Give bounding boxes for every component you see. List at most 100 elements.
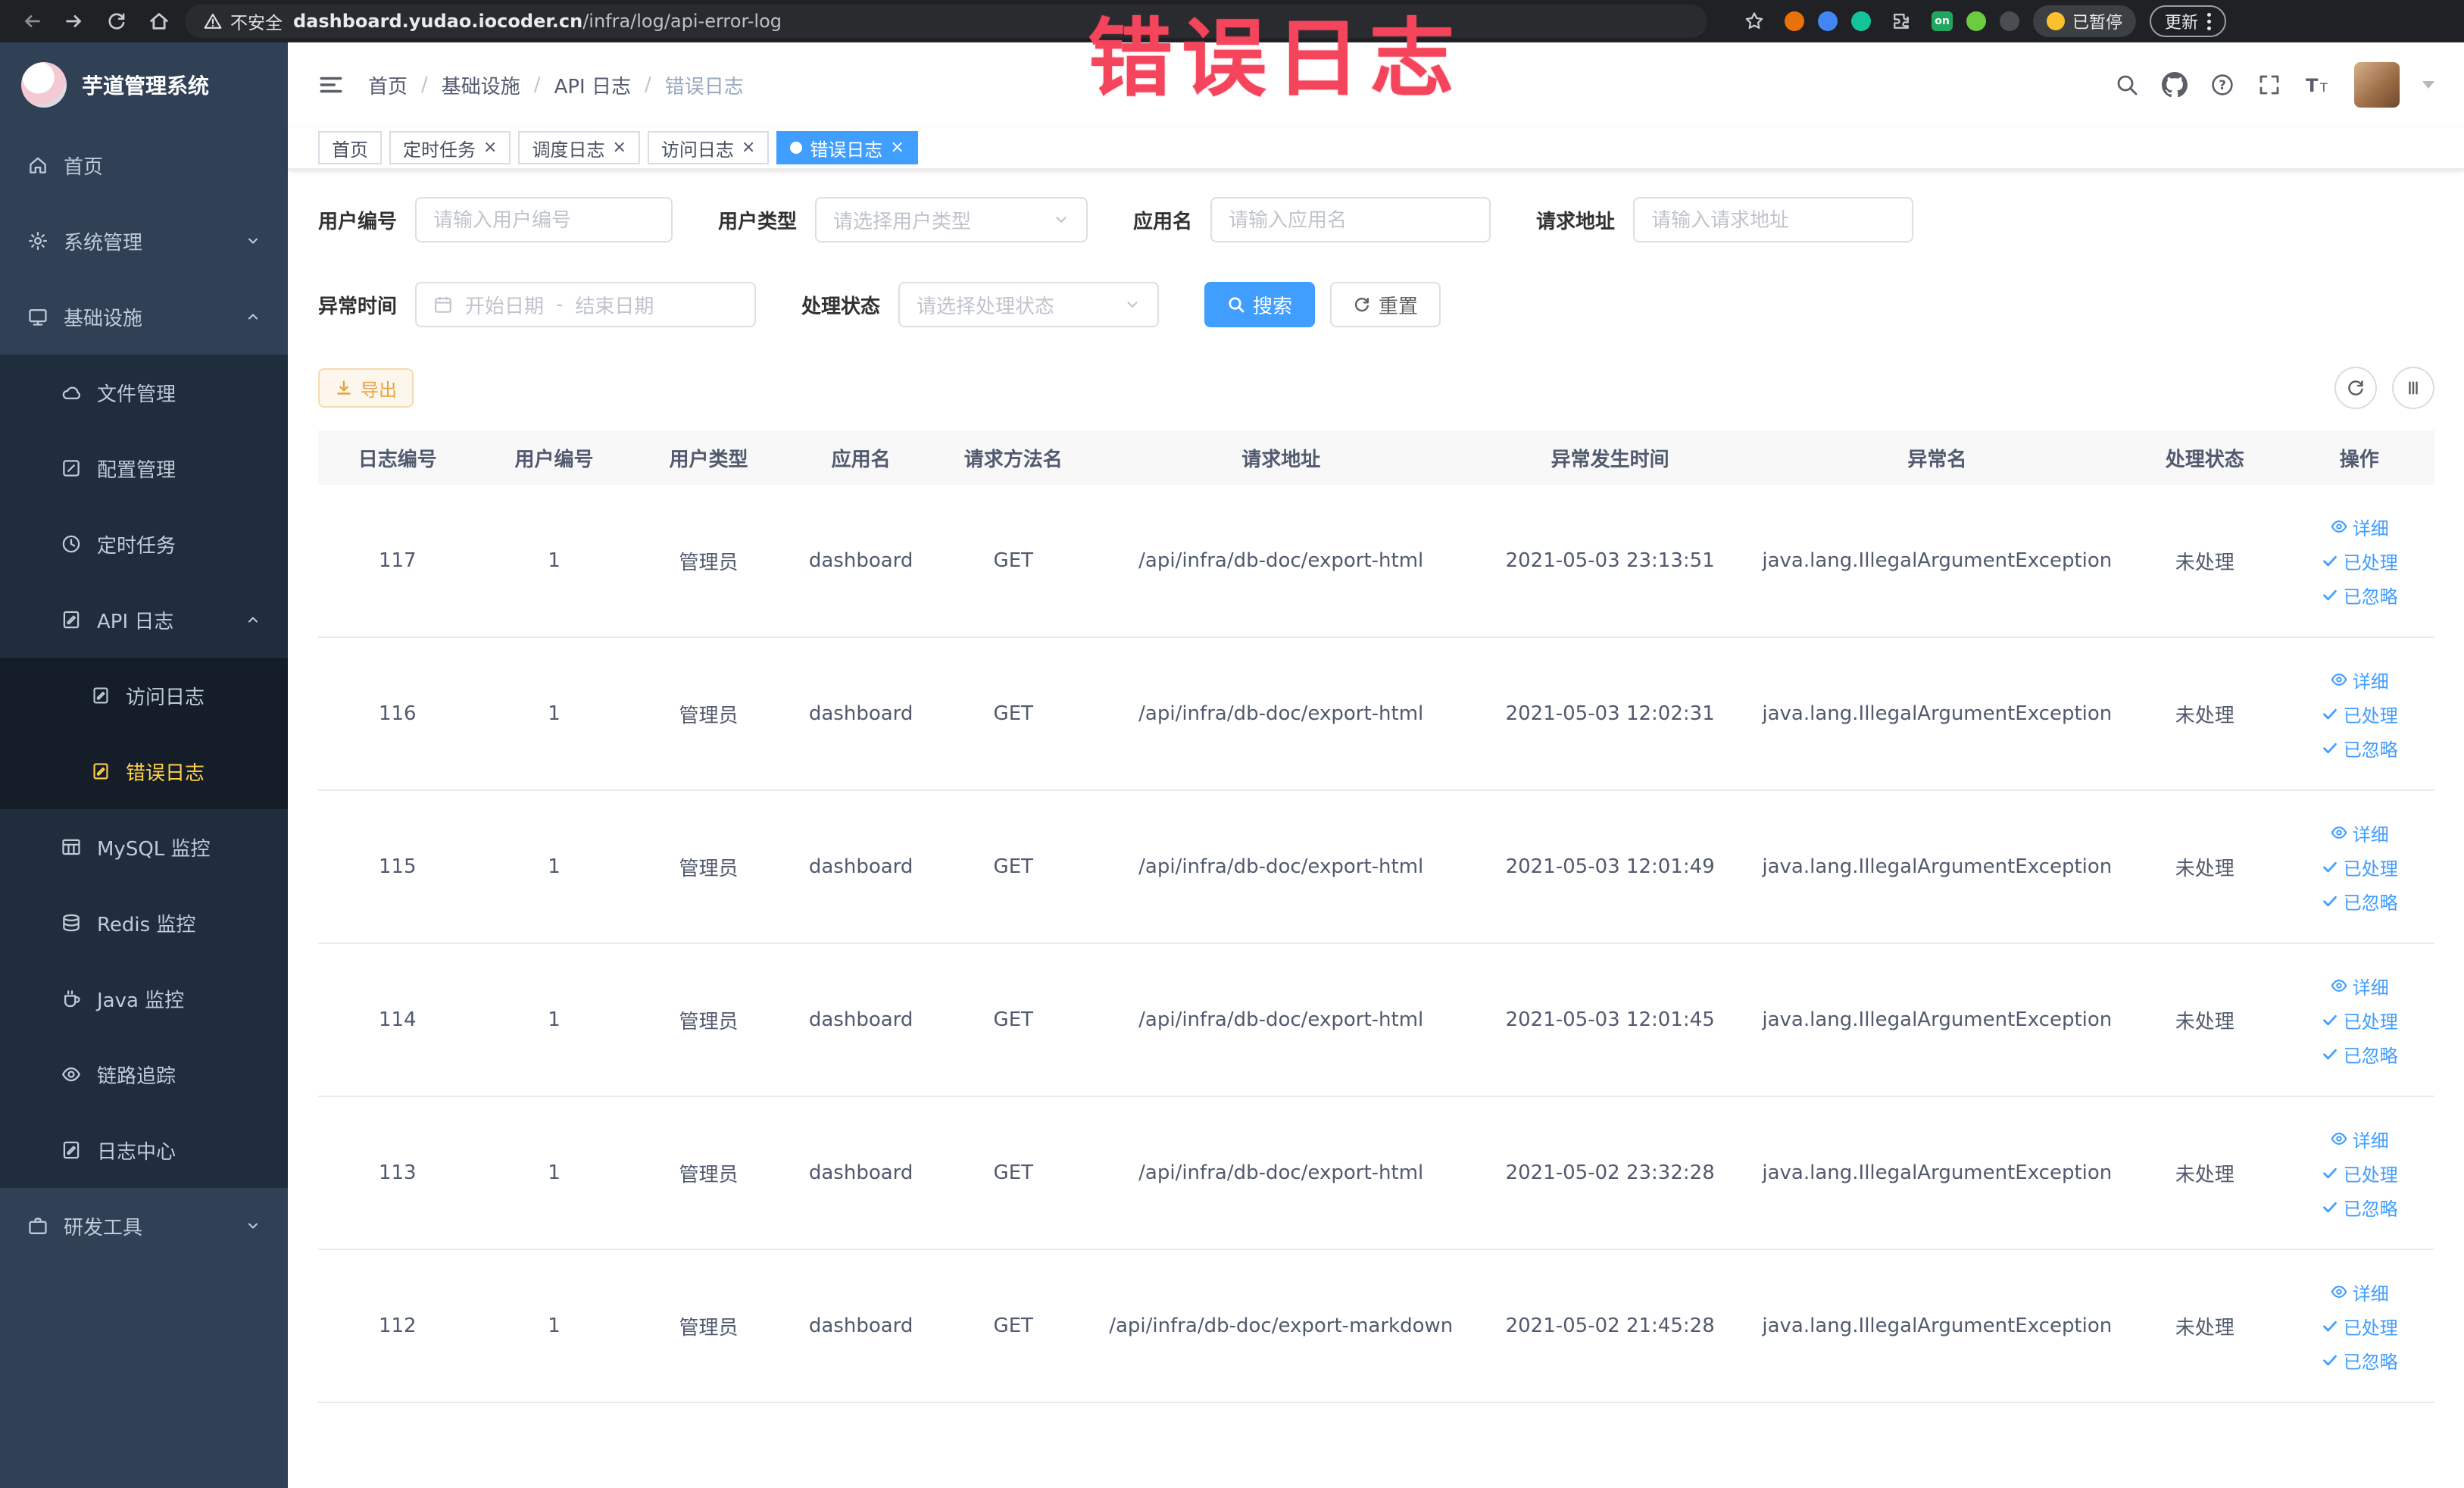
action-detail[interactable]: 详细 xyxy=(2330,1279,2389,1305)
reload-icon[interactable] xyxy=(100,5,133,38)
sidebar-item-home[interactable]: 首页 xyxy=(0,127,288,203)
close-icon[interactable]: × xyxy=(483,139,497,156)
sidebar-item-error-log[interactable]: 错误日志 xyxy=(0,733,288,809)
check-icon xyxy=(2321,1011,2339,1029)
tab-home[interactable]: 首页 xyxy=(318,131,382,164)
cloud-icon xyxy=(61,382,82,403)
extensions-puzzle-icon[interactable] xyxy=(1885,5,1918,38)
cell-actions: 详细 已处理 已忽略 xyxy=(2284,973,2434,1068)
export-button[interactable]: 导出 xyxy=(318,368,414,408)
user-type-select[interactable]: 请选择用户类型 xyxy=(815,197,1088,242)
action-ignored[interactable]: 已忽略 xyxy=(2321,1347,2398,1374)
action-detail[interactable]: 详细 xyxy=(2330,514,2389,540)
cell-log-id: 116 xyxy=(378,702,417,725)
font-size-icon[interactable]: TT xyxy=(2304,73,2331,97)
security-warning[interactable]: 不安全 xyxy=(203,8,283,34)
github-icon[interactable] xyxy=(2162,72,2188,98)
cell-request-url: /api/infra/db-doc/export-html xyxy=(1138,1008,1424,1031)
reset-button[interactable]: 重置 xyxy=(1330,282,1441,327)
action-processed[interactable]: 已处理 xyxy=(2321,548,2398,574)
cell-app-name: dashboard xyxy=(808,1315,913,1337)
sidebar-item-api-log[interactable]: API 日志 xyxy=(0,582,288,658)
action-ignored[interactable]: 已忽略 xyxy=(2321,1041,2398,1068)
breadcrumb-item[interactable]: 首页 xyxy=(368,71,408,99)
help-icon[interactable]: ? xyxy=(2210,73,2234,97)
action-ignored[interactable]: 已忽略 xyxy=(2321,735,2398,761)
extension-orange-icon[interactable] xyxy=(1785,11,1804,31)
close-icon[interactable]: × xyxy=(742,139,755,156)
sidebar-item-scheduled-jobs[interactable]: 定时任务 xyxy=(0,506,288,582)
close-icon[interactable]: × xyxy=(890,139,904,156)
tab-error-log[interactable]: 错误日志 × xyxy=(776,131,918,164)
cell-exception-time: 2021-05-02 23:32:28 xyxy=(1505,1161,1715,1184)
cell-method: GET xyxy=(993,702,1034,725)
tab-access-log[interactable]: 访问日志 × xyxy=(647,131,770,164)
refresh-button[interactable] xyxy=(2334,367,2377,409)
sidebar-item-access-log[interactable]: 访问日志 xyxy=(0,658,288,733)
cell-user-id: 1 xyxy=(548,1161,561,1184)
forward-icon[interactable] xyxy=(58,5,91,38)
tab-scheduled-jobs[interactable]: 定时任务 × xyxy=(389,131,511,164)
fullscreen-icon[interactable] xyxy=(2257,73,2281,97)
app-title: 芋道管理系统 xyxy=(82,73,210,98)
sidebar-item-label: Java 监控 xyxy=(97,989,185,1012)
action-processed[interactable]: 已处理 xyxy=(2321,854,2398,880)
sidebar-item-mysql-monitor[interactable]: MySQL 监控 xyxy=(0,809,288,885)
breadcrumb-item[interactable]: API 日志 xyxy=(554,71,631,99)
sidebar-item-redis-monitor[interactable]: Redis 监控 xyxy=(0,885,288,961)
columns-settings-button[interactable] xyxy=(2392,367,2434,409)
cell-actions: 详细 已处理 已忽略 xyxy=(2284,667,2434,761)
table-row: 116 1 管理员 dashboard GET /api/infra/db-do… xyxy=(318,638,2434,791)
extension-blue-icon[interactable] xyxy=(1818,11,1838,31)
bookmark-star-icon[interactable] xyxy=(1738,5,1771,38)
sidebar-item-java-monitor[interactable]: Java 监控 xyxy=(0,961,288,1036)
action-processed[interactable]: 已处理 xyxy=(2321,701,2398,727)
search-icon[interactable] xyxy=(2115,73,2139,97)
extension-on-badge[interactable]: on xyxy=(1932,11,1953,31)
sidebar-item-infra[interactable]: 基础设施 xyxy=(0,279,288,355)
action-detail[interactable]: 详细 xyxy=(2330,973,2389,999)
close-icon[interactable]: × xyxy=(612,139,626,156)
end-date-placeholder: 结束日期 xyxy=(575,295,654,318)
action-processed[interactable]: 已处理 xyxy=(2321,1160,2398,1186)
check-icon xyxy=(2321,1164,2339,1182)
action-detail[interactable]: 详细 xyxy=(2330,1126,2389,1152)
extension-leaf-icon[interactable] xyxy=(1966,11,1986,31)
action-processed[interactable]: 已处理 xyxy=(2321,1313,2398,1340)
address-bar[interactable]: 不安全 dashboard.yudao.iocoder.cn/infra/log… xyxy=(185,5,1707,38)
extension-green-icon[interactable] xyxy=(1851,11,1871,31)
exception-time-range-picker[interactable]: 开始日期 - 结束日期 xyxy=(415,282,757,327)
caret-down-icon[interactable] xyxy=(2422,81,2434,89)
error-log-table: 日志编号 用户编号 用户类型 应用名 请求方法名 请求地址 异常发生时间 异常名… xyxy=(318,430,2434,1403)
sidebar-item-log-center[interactable]: 日志中心 xyxy=(0,1112,288,1188)
sidebar-item-file-management[interactable]: 文件管理 xyxy=(0,355,288,430)
sidebar-item-trace[interactable]: 链路追踪 xyxy=(0,1036,288,1112)
sidebar-item-dev-tools[interactable]: 研发工具 xyxy=(0,1188,288,1264)
tab-dispatch-log[interactable]: 调度日志 × xyxy=(518,131,640,164)
browser-update-button[interactable]: 更新 xyxy=(2150,5,2227,37)
action-detail[interactable]: 详细 xyxy=(2330,667,2389,693)
process-status-select[interactable]: 请选择处理状态 xyxy=(898,282,1160,327)
header-actions: ? TT xyxy=(2115,62,2434,108)
request-url-input[interactable] xyxy=(1633,197,1914,242)
search-button[interactable]: 搜索 xyxy=(1204,282,1316,327)
breadcrumb-item[interactable]: 基础设施 xyxy=(442,71,520,99)
avatar[interactable] xyxy=(2354,62,2400,108)
cell-method: GET xyxy=(993,549,1034,572)
home-icon[interactable] xyxy=(142,5,176,38)
action-ignored[interactable]: 已忽略 xyxy=(2321,582,2398,608)
action-detail[interactable]: 详细 xyxy=(2330,820,2389,846)
back-icon[interactable] xyxy=(15,5,48,38)
extension-dark-icon[interactable] xyxy=(2000,11,2019,31)
action-ignored[interactable]: 已忽略 xyxy=(2321,888,2398,914)
paused-badge[interactable]: 已暂停 xyxy=(2033,5,2137,37)
sidebar-item-label: 访问日志 xyxy=(126,686,205,709)
sidebar-item-config-management[interactable]: 配置管理 xyxy=(0,430,288,506)
warning-triangle-icon xyxy=(203,11,223,31)
app-name-input[interactable] xyxy=(1210,197,1491,242)
user-id-input[interactable] xyxy=(415,197,673,242)
action-processed[interactable]: 已处理 xyxy=(2321,1007,2398,1033)
hamburger-icon[interactable] xyxy=(318,72,344,98)
sidebar-item-system[interactable]: 系统管理 xyxy=(0,203,288,279)
action-ignored[interactable]: 已忽略 xyxy=(2321,1194,2398,1221)
